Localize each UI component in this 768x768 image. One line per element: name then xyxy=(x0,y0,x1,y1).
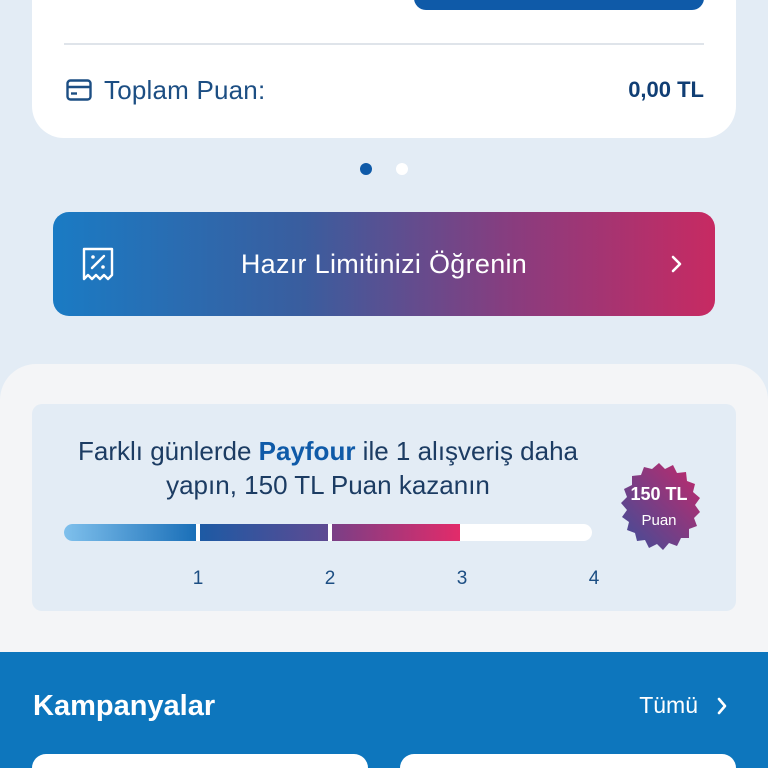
carousel-pager xyxy=(0,163,768,175)
pager-dot[interactable] xyxy=(396,163,408,175)
chevron-right-icon xyxy=(669,250,685,278)
step-label-1: 1 xyxy=(192,568,204,589)
step-label-2: 2 xyxy=(324,568,336,589)
progress-message: Farklı günlerde Payfour ile 1 alışveriş … xyxy=(64,434,592,502)
pager-dot-active[interactable] xyxy=(360,163,372,175)
card-divider xyxy=(64,43,704,45)
campaigns-title: Kampanyalar xyxy=(33,690,216,722)
progress-track xyxy=(64,524,592,541)
brand-name: Payfour xyxy=(258,436,356,466)
see-all-campaigns-link[interactable]: Tümü xyxy=(639,692,728,719)
content-sheet: Farklı günlerde Payfour ile 1 alışveriş … xyxy=(0,364,768,684)
reward-amount: 150 TL xyxy=(630,484,688,504)
step-label-4: 4 xyxy=(588,568,600,589)
chevron-right-icon xyxy=(716,696,728,716)
campaigns-section: Kampanyalar Tümü xyxy=(0,652,768,768)
reward-unit: Puan xyxy=(641,512,677,529)
progress-segment-3 xyxy=(332,524,460,541)
step-label-3: 3 xyxy=(456,568,468,589)
learn-limit-label: Hazır Limitinizi Öğrenin xyxy=(240,248,528,279)
learn-limit-button[interactable]: Hazır Limitinizi Öğrenin xyxy=(53,212,715,316)
total-points-value: 0,00 TL xyxy=(628,77,704,102)
wallet-card-icon xyxy=(66,76,94,104)
reward-badge-icon xyxy=(621,463,700,550)
progress-segment-1 xyxy=(64,524,196,541)
campaign-card[interactable] xyxy=(32,754,368,768)
campaign-card[interactable] xyxy=(400,754,736,768)
card-primary-button[interactable] xyxy=(414,0,704,10)
points-card: Toplam Puan: 0,00 TL xyxy=(32,0,736,138)
see-all-label: Tümü xyxy=(639,692,698,718)
limit-discount-icon xyxy=(81,246,115,282)
progress-text-before: Farklı günlerde xyxy=(77,436,259,466)
progress-segment-2 xyxy=(200,524,328,541)
shopping-progress-card: Farklı günlerde Payfour ile 1 alışveriş … xyxy=(32,404,736,611)
total-points-label: Toplam Puan: xyxy=(104,74,266,105)
total-points-row: Toplam Puan: 0,00 TL xyxy=(66,70,704,110)
